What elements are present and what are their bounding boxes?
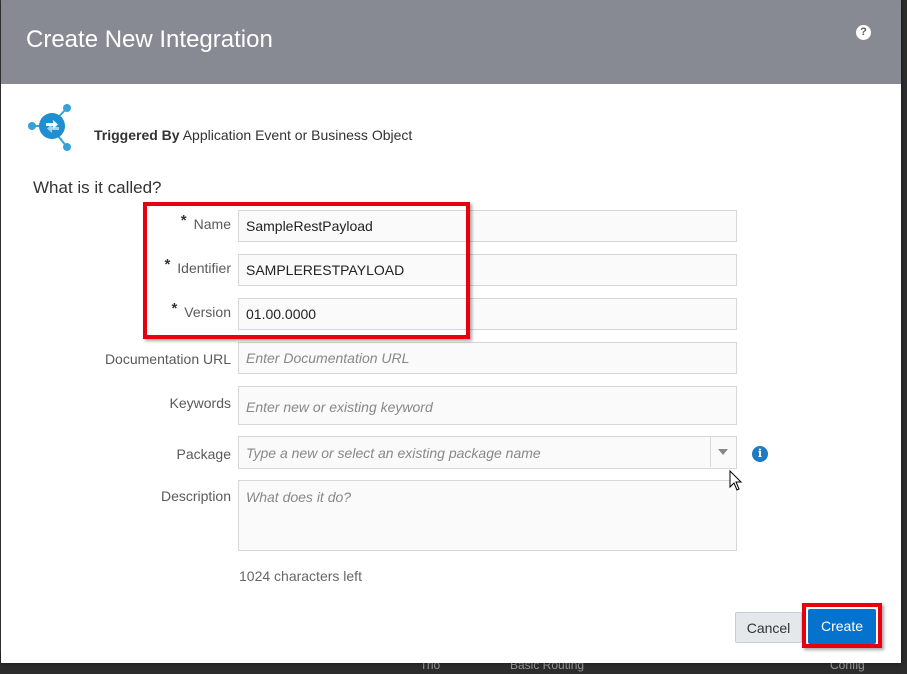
package-select[interactable]: Type a new or select an existing package… [238,436,737,469]
create-integration-dialog: Create New Integration ? Triggered By Ap… [1,0,901,663]
description-textarea[interactable]: What does it do? [238,480,737,551]
keywords-input[interactable]: Enter new or existing keyword [238,386,737,425]
highlight-box-fields [143,202,470,339]
package-label: Package [176,446,231,462]
dialog-title: Create New Integration [26,26,273,53]
mouse-cursor-icon [729,470,743,491]
info-icon[interactable]: i [752,446,768,462]
description-label: Description [160,488,231,504]
documentation-url-input[interactable]: Enter Documentation URL [238,342,737,374]
highlight-box-create [802,603,882,648]
help-icon[interactable]: ? [856,25,871,40]
integration-trigger-icon [28,104,71,151]
trigger-description: Triggered By Application Event or Busine… [94,127,412,143]
chevron-down-icon[interactable] [718,449,728,455]
characters-left-counter: 1024 characters left [239,568,362,584]
section-title: What is it called? [33,178,162,197]
dialog-header: Create New Integration ? [1,0,901,84]
trigger-value: Application Event or Business Object [182,127,413,143]
window-edge [901,0,907,674]
documentation-url-label: Documentation URL [104,351,231,367]
dropdown-separator [710,437,711,467]
cancel-button[interactable]: Cancel [735,612,802,643]
keywords-label: Keywords [169,395,231,411]
trigger-label: Triggered By [94,127,180,143]
